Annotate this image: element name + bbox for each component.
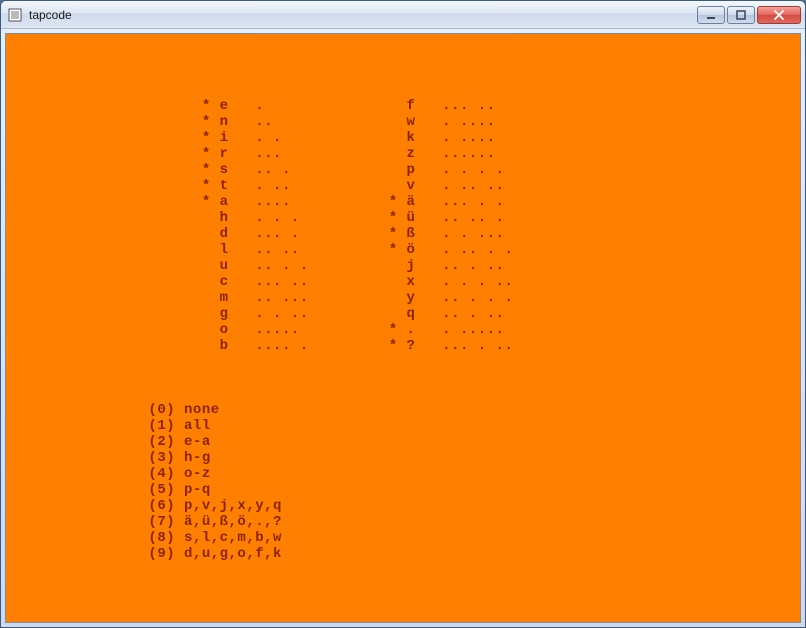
app-window: tapcode * e . f ... .. * n .. (0, 0, 806, 628)
close-button[interactable] (757, 6, 801, 24)
terminal-output: * e . f ... .. * n .. w . .... * i . . k… (6, 34, 513, 562)
maximize-button[interactable] (727, 6, 755, 24)
window-title: tapcode (29, 8, 697, 22)
minimize-button[interactable] (697, 6, 725, 24)
window-controls (697, 6, 801, 24)
titlebar[interactable]: tapcode (1, 1, 805, 29)
terminal-area[interactable]: * e . f ... .. * n .. w . .... * i . . k… (5, 33, 801, 623)
app-icon (7, 7, 23, 23)
